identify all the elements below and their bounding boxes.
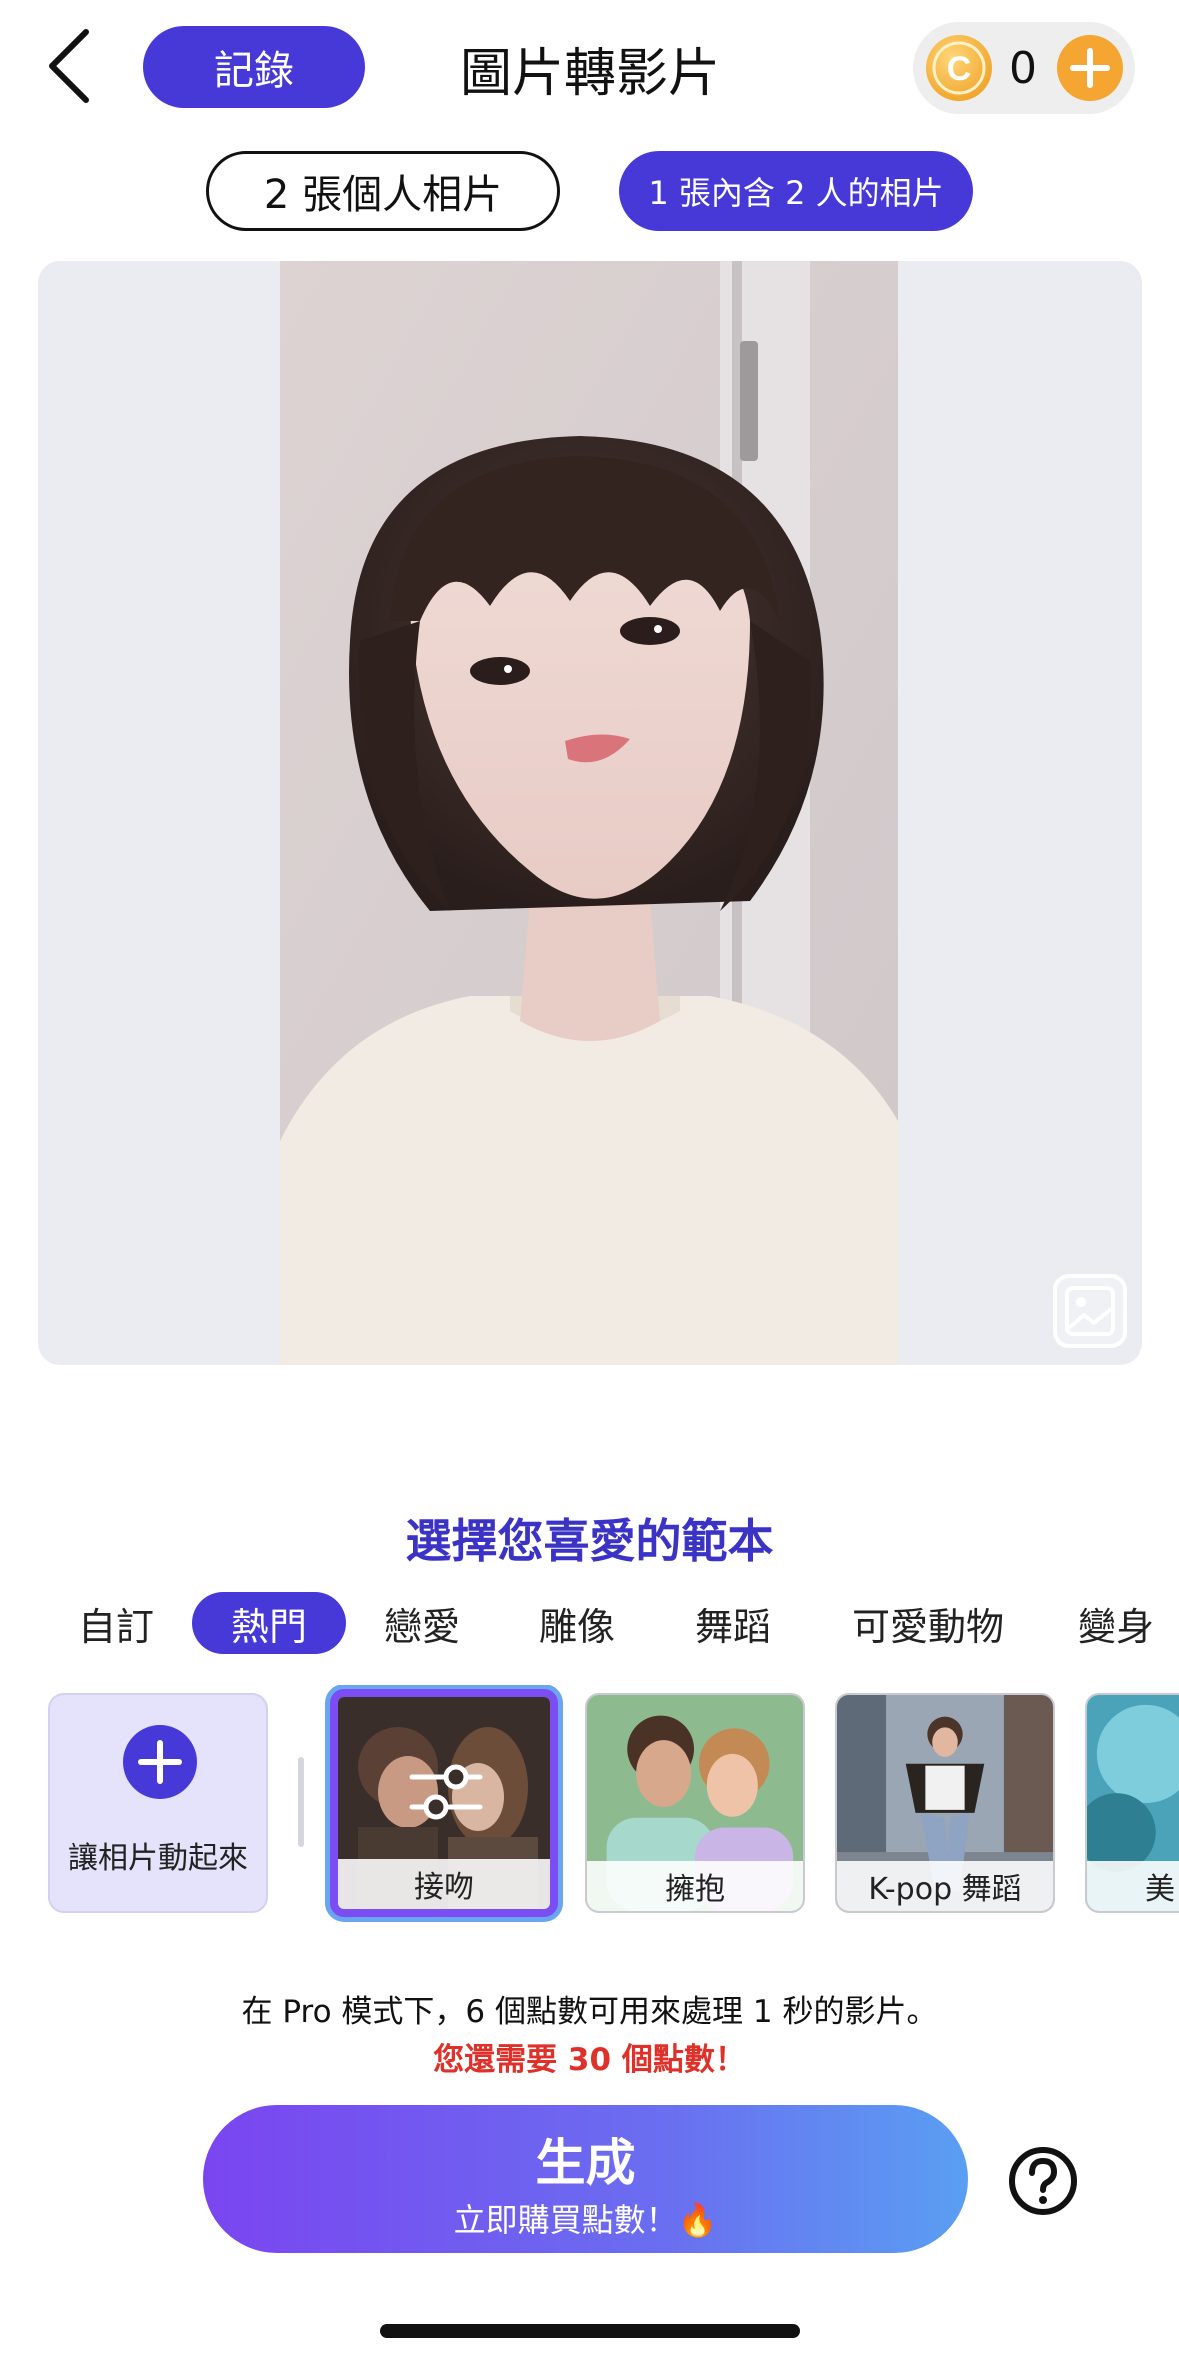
svg-text:C: C [947, 50, 972, 88]
tab-cute-animals[interactable]: 可愛動物 [838, 1592, 1018, 1654]
back-button[interactable] [40, 26, 100, 106]
adjust-sliders-icon [409, 1764, 483, 1820]
tab-custom[interactable]: 自訂 [66, 1592, 166, 1654]
buy-points-label: 立即購買點數！🔥 [453, 2201, 718, 2239]
plus-icon [138, 1740, 182, 1784]
section-title: 選擇您喜愛的範本 [405, 1514, 774, 1568]
template-label: K-pop 舞蹈 [837, 1861, 1053, 1911]
category-tabs: 自訂 熱門 戀愛 雕像 舞蹈 可愛動物 變身 [0, 1592, 1179, 1654]
points-needed-warning: 您還需要 30 個點數！ [433, 2042, 746, 2078]
tab-popular[interactable]: 熱門 [192, 1592, 346, 1654]
tab-transform[interactable]: 變身 [1078, 1592, 1178, 1654]
tab-romance[interactable]: 戀愛 [372, 1592, 472, 1654]
animate-photo-card[interactable]: 讓相片動起來 [48, 1693, 268, 1913]
mode-one-photo-button[interactable]: 1 張內含 2 人的相片 [619, 151, 973, 231]
template-kiss[interactable]: 接吻 [330, 1689, 558, 1917]
gallery-button[interactable] [1052, 1273, 1128, 1349]
home-indicator [380, 2324, 800, 2338]
template-kpop-dance[interactable]: K-pop 舞蹈 [835, 1693, 1055, 1913]
mode-two-photos-button[interactable]: 2 張個人相片 [206, 151, 560, 231]
tab-dance[interactable]: 舞蹈 [683, 1592, 783, 1654]
template-label: 美 [1087, 1861, 1179, 1911]
coin-count: 0 [1009, 42, 1037, 94]
question-icon [1009, 2147, 1077, 2215]
template-label: 擁抱 [587, 1861, 803, 1911]
coin-balance: C 0 [913, 22, 1135, 114]
plus-icon [1070, 48, 1110, 88]
image-gallery-icon [1053, 1274, 1127, 1348]
tab-statue[interactable]: 雕像 [527, 1592, 627, 1654]
help-button[interactable] [1008, 2146, 1078, 2216]
animate-photo-label: 讓相片動起來 [68, 1841, 248, 1876]
template-partial[interactable]: 美 [1085, 1693, 1179, 1913]
pro-mode-info: 在 Pro 模式下，6 個點數可用來處理 1 秒的影片。 [241, 1994, 938, 2030]
template-row: 讓相片動起來 接吻 擁抱 K-pop 舞蹈 美 [0, 1685, 1179, 1930]
coin-icon: C [926, 35, 992, 101]
page-title: 圖片轉影片 [459, 43, 720, 104]
row-divider [298, 1757, 304, 1847]
template-hug[interactable]: 擁抱 [585, 1693, 805, 1913]
animate-plus-button [123, 1725, 197, 1799]
photo-preview [38, 261, 1142, 1365]
records-button[interactable]: 記錄 [143, 26, 365, 108]
generate-label: 生成 [535, 2134, 636, 2192]
add-coins-button[interactable] [1057, 35, 1123, 101]
template-label: 接吻 [338, 1859, 550, 1909]
portrait-photo [280, 261, 898, 1365]
generate-button[interactable]: 生成 立即購買點數！🔥 [203, 2105, 968, 2253]
chevron-left-icon [49, 29, 89, 103]
